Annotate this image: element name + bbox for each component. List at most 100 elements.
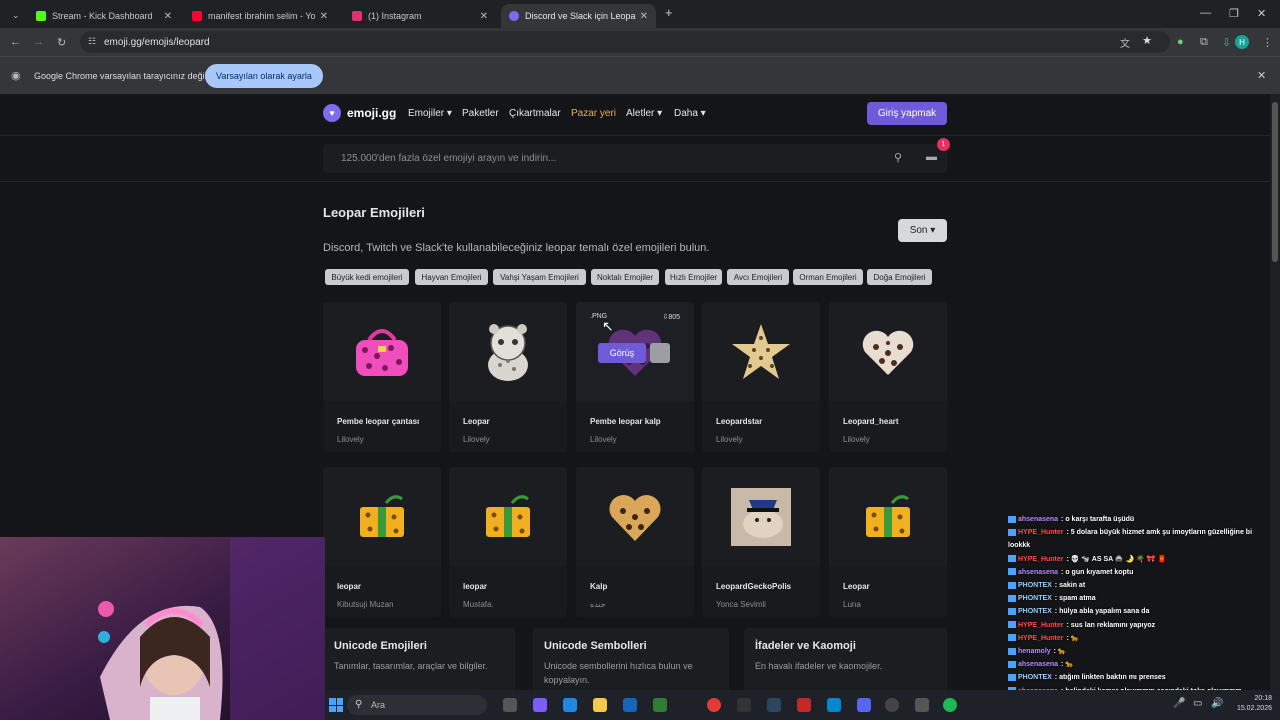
discord-icon[interactable] — [857, 698, 871, 712]
chat-username[interactable]: PHONTEX — [1018, 582, 1052, 589]
chat-username[interactable]: HYPE_Hunter — [1018, 635, 1064, 642]
obs-icon[interactable] — [885, 698, 899, 712]
chat-username[interactable]: PHONTEX — [1018, 674, 1052, 681]
nav-tools[interactable]: Aletler ▾ — [626, 108, 662, 119]
tab-emojigg[interactable]: Discord ve Slack için Leopar Emojileri ✕ — [501, 4, 656, 28]
emoji-card[interactable]: leopar Kibutsuji Muzan — [323, 467, 441, 617]
chat-username[interactable]: PHONTEX — [1018, 595, 1052, 602]
tag-spotted[interactable]: Noktalı Emojiler — [591, 269, 659, 285]
tag-fast[interactable]: Hızlı Emojiler — [665, 269, 722, 285]
xbox-icon[interactable] — [653, 698, 667, 712]
chat-username[interactable]: HYPE_Hunter — [1018, 529, 1064, 536]
chrome-icon[interactable] — [707, 698, 721, 712]
tab-youtube[interactable]: manifest ibrahim selim - YouTube ✕ — [184, 4, 336, 28]
emoji-search-input[interactable]: 125.000'den fazla özel emojiyi arayın ve… — [323, 144, 947, 173]
tab-kick[interactable]: Stream - Kick Dashboard ✕ — [28, 4, 180, 28]
extensions-puzzle-icon[interactable]: ⧉ — [1200, 36, 1208, 49]
network-icon[interactable]: ▭ — [1193, 698, 1202, 709]
site-logo[interactable]: ♥ emoji.gg — [323, 104, 396, 122]
address-bar[interactable]: ☷ emoji.gg/emojis/leopard 文 ★ — [80, 31, 1170, 53]
mic-icon[interactable]: 🎤 — [1173, 698, 1185, 709]
chat-username[interactable]: HYPE_Hunter — [1018, 556, 1064, 563]
nav-stickers[interactable]: Çıkartmalar — [509, 108, 561, 119]
restore-icon[interactable]: ❐ — [1229, 7, 1239, 20]
close-icon[interactable]: ✕ — [320, 11, 328, 22]
windows-start-icon[interactable] — [329, 698, 343, 712]
chat-username[interactable]: ahsenasena — [1018, 661, 1058, 668]
downloads-icon[interactable]: ⇩ — [1222, 36, 1231, 49]
reload-icon[interactable]: ↻ — [57, 36, 66, 49]
emoji-card[interactable]: LeopardGeckoPolis Yonca Sevimli — [702, 467, 820, 617]
emoji-author[interactable]: Yonca Sevimli — [716, 600, 766, 609]
chat-username[interactable]: ahsenasena — [1018, 516, 1058, 523]
tag-nature[interactable]: Doğa Emojileri — [867, 269, 932, 285]
edge-icon[interactable] — [563, 698, 577, 712]
tab-instagram[interactable]: (1) Instagram ✕ — [344, 4, 496, 28]
nav-marketplace[interactable]: Pazar yeri — [571, 108, 616, 119]
close-icon[interactable]: ✕ — [480, 11, 488, 22]
translate-icon[interactable]: 文 — [1120, 35, 1130, 50]
nav-emojis[interactable]: Emojiler ▾ — [408, 108, 452, 119]
close-icon[interactable]: ✕ — [164, 11, 172, 22]
emoji-author[interactable]: Lilovely — [843, 435, 870, 444]
chat-username[interactable]: ahsenasena — [1018, 569, 1058, 576]
scrollbar-thumb[interactable] — [1272, 102, 1278, 262]
nav-more[interactable]: Daha ▾ — [674, 108, 706, 119]
chat-username[interactable]: HYPE_Hunter — [1018, 622, 1064, 629]
volume-icon[interactable]: 🔊 — [1211, 698, 1223, 709]
tag-forest[interactable]: Orman Emojileri — [793, 269, 863, 285]
tag-big-cat[interactable]: Büyük kedi emojileri — [325, 269, 409, 285]
emoji-author[interactable]: Lilovely — [716, 435, 743, 444]
view-button[interactable]: Görüş — [598, 343, 646, 363]
menu-icon[interactable]: ⋮ — [1262, 36, 1273, 49]
emoji-author[interactable]: Lilovely — [590, 435, 617, 444]
new-tab-icon[interactable]: + — [665, 5, 673, 20]
taskbar-clock[interactable]: 20:18 15.02.2026 — [1237, 694, 1272, 714]
page-scrollbar[interactable] — [1270, 94, 1280, 720]
bookmark-star-icon[interactable]: ★ — [1142, 34, 1152, 47]
chat-username[interactable]: henamoly — [1018, 648, 1051, 655]
search-icon[interactable]: ⚲ — [894, 151, 902, 164]
emoji-author[interactable]: Lilovely — [463, 435, 490, 444]
close-icon[interactable]: ✕ — [1257, 69, 1266, 82]
emoji-author[interactable]: حنده — [590, 600, 606, 609]
task-view-icon[interactable] — [503, 698, 517, 712]
app-icon[interactable] — [915, 698, 929, 712]
epic-games-icon[interactable] — [737, 698, 751, 712]
site-info-icon[interactable]: ☷ — [88, 36, 96, 47]
emoji-author[interactable]: Mustafa. — [463, 600, 494, 609]
unicode-emojis-section[interactable]: Unicode Emojileri Tanımlar, tasarımlar, … — [323, 628, 515, 698]
window-close-icon[interactable]: ✕ — [1257, 7, 1266, 20]
download-button[interactable] — [650, 343, 670, 363]
emoji-card[interactable]: Pembe leopar çantası Lilovely — [323, 302, 441, 452]
app-icon[interactable] — [827, 698, 841, 712]
emoji-author[interactable]: Lilovely — [337, 435, 364, 444]
unicode-symbols-section[interactable]: Unicode Sembolleri Unicode sembollerini … — [533, 628, 729, 698]
forward-icon[interactable]: → — [33, 36, 44, 48]
steam-icon[interactable] — [767, 698, 781, 712]
emoji-card[interactable]: Leopardstar Lilovely — [702, 302, 820, 452]
folder-icon[interactable]: ▬ — [926, 151, 937, 163]
sort-dropdown[interactable]: Son ▾ — [898, 219, 947, 242]
tag-animal[interactable]: Hayvan Emojileri — [415, 269, 488, 285]
close-icon[interactable]: ✕ — [640, 11, 648, 22]
back-icon[interactable]: ← — [10, 36, 21, 48]
app-icon[interactable] — [797, 698, 811, 712]
login-button[interactable]: Giriş yapmak — [867, 102, 947, 125]
nav-packs[interactable]: Paketler — [462, 108, 499, 119]
emoji-card[interactable]: Kalp حنده — [576, 467, 694, 617]
emoji-author[interactable]: Luna — [843, 600, 861, 609]
file-explorer-icon[interactable] — [593, 698, 607, 712]
taskbar-search[interactable]: ⚲ Ara — [347, 695, 487, 715]
emoji-card[interactable]: Leopar Lilovely — [449, 302, 567, 452]
kaomoji-section[interactable]: İfadeler ve Kaomoji En havalı ifadeler v… — [744, 628, 947, 698]
emoji-card-hovered[interactable]: .PNG ⇩805 Görüş Pembe leopar kalp Lilove… — [576, 302, 694, 452]
emoji-card[interactable]: leopar Mustafa. — [449, 467, 567, 617]
spotify-icon[interactable] — [943, 698, 957, 712]
emoji-card[interactable]: Leopard_heart Lilovely — [829, 302, 947, 452]
copilot-icon[interactable] — [533, 698, 547, 712]
emoji-card[interactable]: Leopar Luna — [829, 467, 947, 617]
tag-hunter[interactable]: Avcı Emojileri — [727, 269, 789, 285]
emoji-author[interactable]: Kibutsuji Muzan — [337, 600, 393, 609]
set-default-button[interactable]: Varsayılan olarak ayarla — [205, 64, 323, 88]
